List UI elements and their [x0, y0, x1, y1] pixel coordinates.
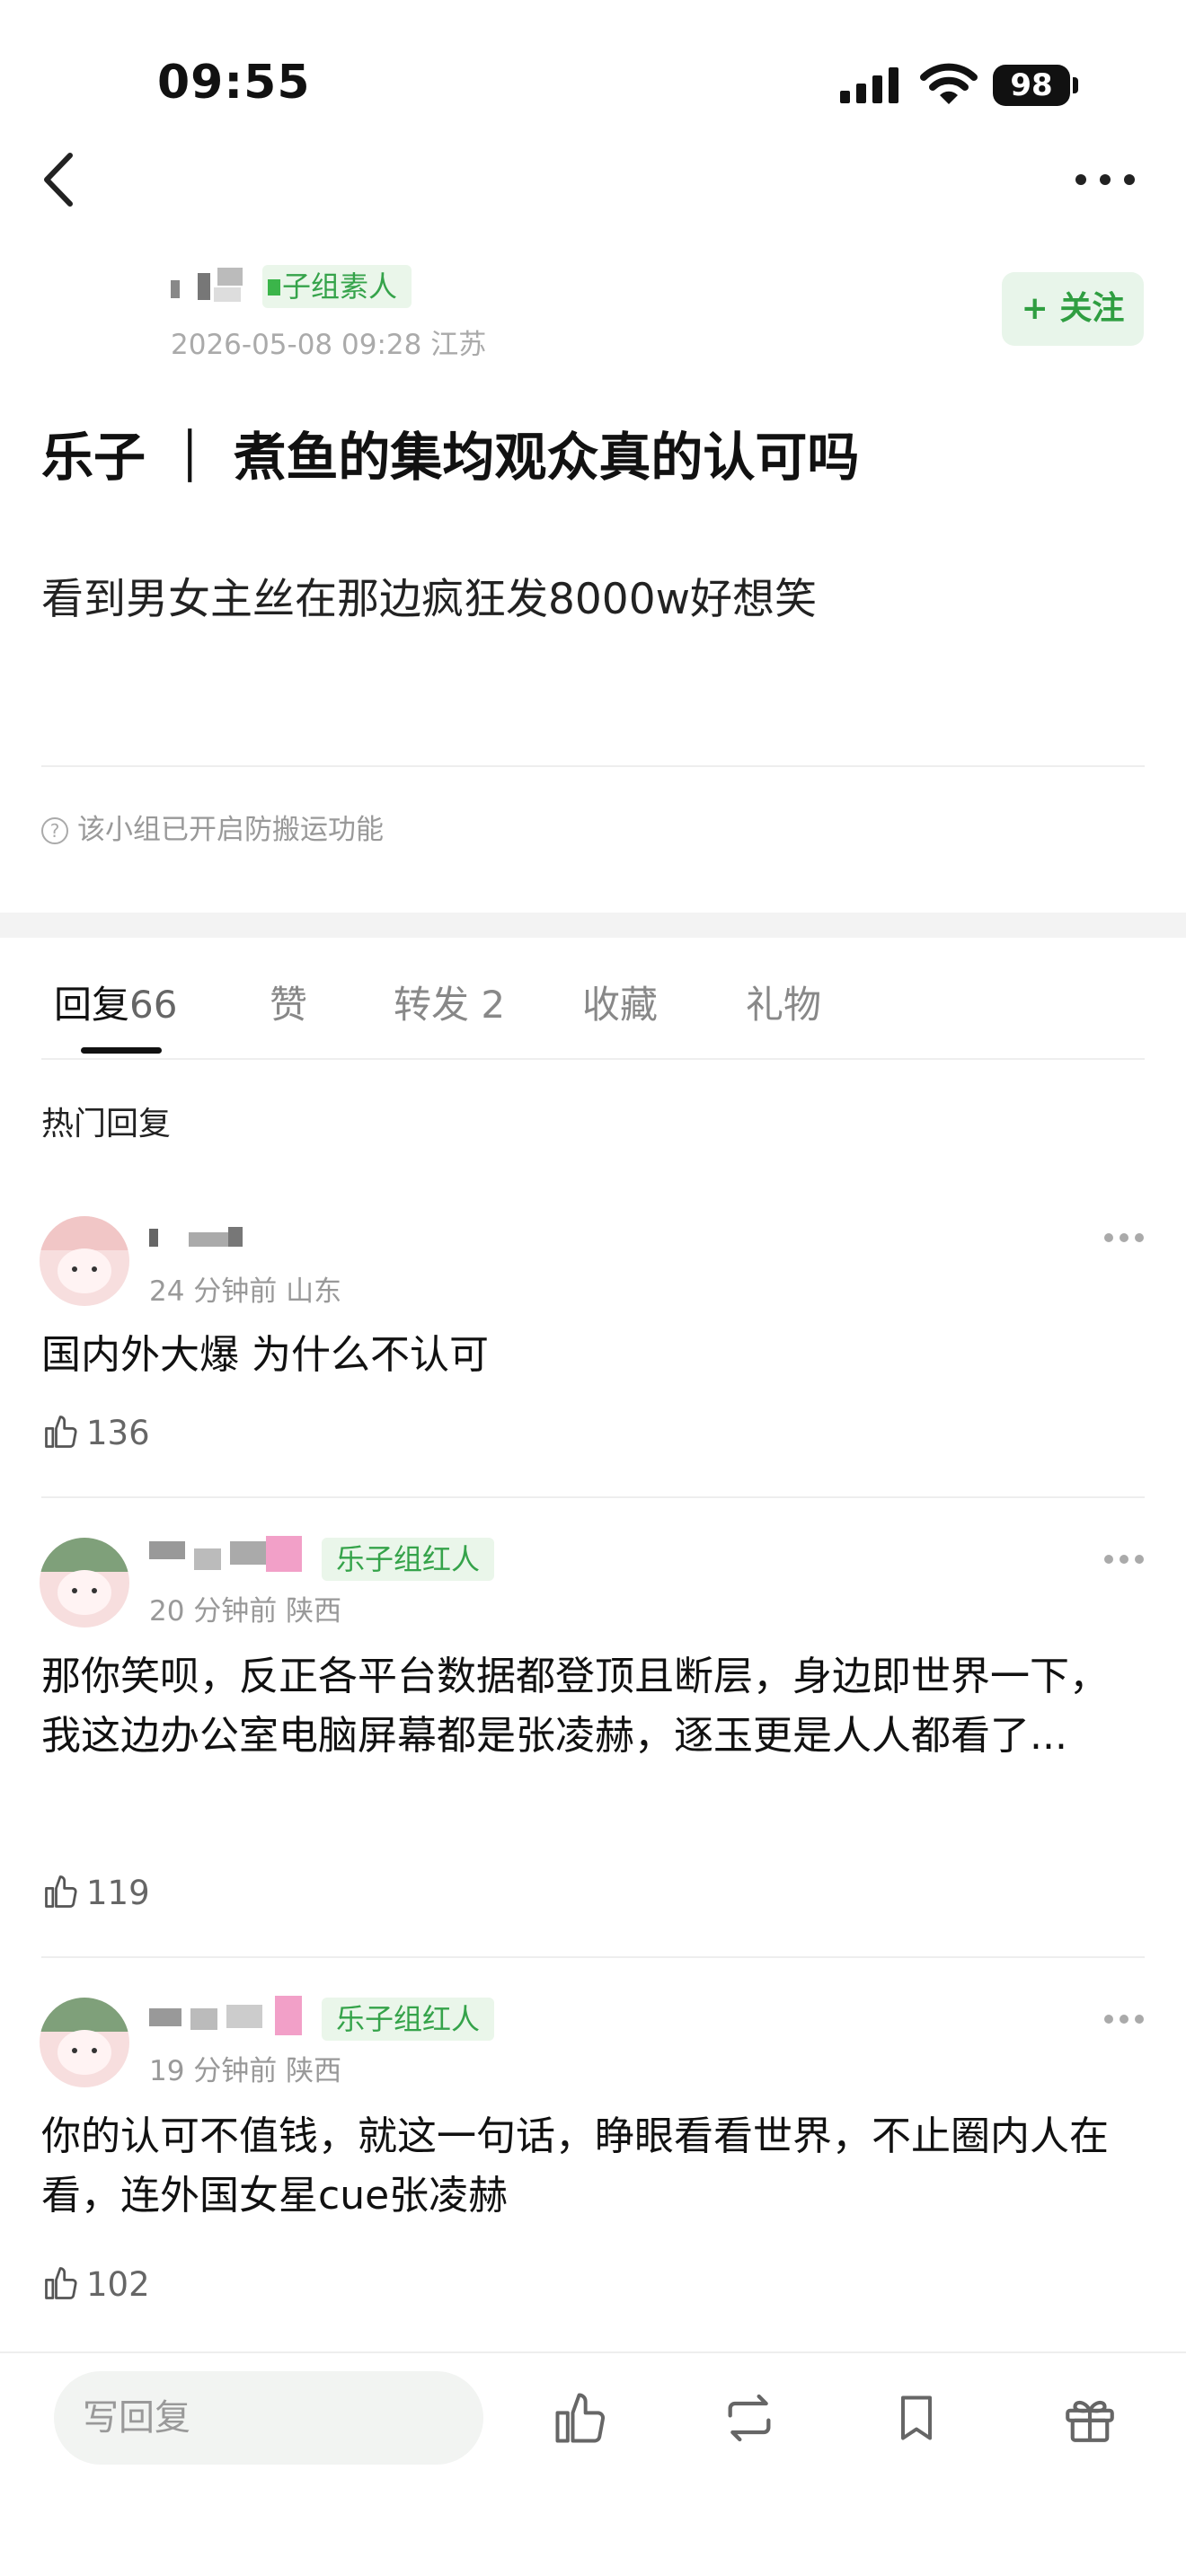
comment-text: 那你笑呗，反正各平台数据都登顶且断层，身边即世界一下，我这边办公室电脑屏幕都是张… [41, 1654, 1109, 1759]
status-time: 09:55 [157, 56, 311, 110]
user-title-badge[interactable]: 乐子组红人 [322, 1538, 495, 1581]
comment-text: 国内外大爆 为什么不认可 [41, 1332, 489, 1378]
tab-reposts[interactable]: 转发 2 [394, 975, 505, 1029]
username-redacted[interactable] [149, 1996, 311, 2039]
divider [41, 765, 1145, 767]
thumbs-up-icon [41, 1874, 86, 1912]
tab-favorites[interactable]: 收藏 [582, 975, 658, 1029]
avatar-eye [92, 1588, 97, 1593]
tab-reposts-label: 转发 [394, 983, 470, 1027]
author-name-redacted[interactable] [171, 268, 252, 305]
notice-text: 该小组已开启防搬运功能 [77, 814, 384, 846]
tab-gifts[interactable]: 礼物 [746, 975, 821, 1029]
battery-indicator: 98 [993, 65, 1070, 106]
bottom-bar-border [0, 2351, 1186, 2353]
avatar-hat [40, 1538, 129, 1572]
gift-button[interactable] [1060, 2387, 1120, 2452]
more-options-icon[interactable] [1074, 171, 1137, 192]
anti-repost-notice: ? 该小组已开启防搬运功能 [41, 807, 384, 847]
username-redacted[interactable] [149, 1536, 311, 1579]
like-count: 136 [86, 1414, 150, 1452]
comment-meta: 19 分钟前 陕西 [149, 2055, 342, 2087]
username-redacted[interactable] [149, 1223, 248, 1256]
comment-meta: 20 分钟前 陕西 [149, 1595, 342, 1628]
avatar-hat [40, 1216, 129, 1250]
repost-button[interactable] [719, 2389, 780, 2450]
back-icon[interactable] [36, 148, 81, 215]
avatar[interactable] [40, 1538, 129, 1628]
thumbs-up-icon [41, 2265, 86, 2304]
post-meta: 2026-05-08 09:28 江苏 [171, 329, 487, 361]
comment-more-icon[interactable] [1103, 2012, 1145, 2029]
comment-like-button[interactable]: 102 [41, 2263, 150, 2304]
post-title: 乐子 ｜ 煮鱼的集均观众真的认可吗 [41, 427, 860, 488]
wifi-icon [920, 63, 978, 110]
avatar-eye [72, 1588, 77, 1593]
avatar[interactable] [40, 1216, 129, 1306]
follow-button[interactable]: + 关注 [1002, 272, 1144, 346]
comment-more-icon[interactable] [1103, 1231, 1145, 1248]
repost-icon [719, 2394, 780, 2450]
comment-more-icon[interactable] [1103, 1552, 1145, 1569]
thumbs-up-icon [41, 1414, 86, 1452]
like-count: 102 [86, 2265, 150, 2304]
badge-dot [268, 279, 280, 296]
comment-text: 你的认可不值钱，就这一句话，睁眼看看世界，不止圈内人在看，连外国女星cue张凌赫 [41, 2113, 1109, 2219]
section-gap [0, 913, 1186, 938]
tab-likes[interactable]: 赞 [270, 975, 307, 1029]
tab-reposts-count: 2 [481, 983, 506, 1027]
group-badge[interactable]: 子组素人 [262, 265, 412, 308]
avatar[interactable] [40, 1998, 129, 2087]
avatar-hat [40, 1998, 129, 2032]
hot-replies-heading: 热门回复 [41, 1106, 172, 1142]
like-post-button[interactable] [550, 2387, 611, 2452]
divider [41, 1058, 1145, 1060]
divider [41, 1956, 1145, 1958]
user-title-badge[interactable]: 乐子组红人 [322, 1998, 495, 2041]
gift-icon [1060, 2400, 1120, 2452]
reply-input[interactable]: 写回复 [54, 2371, 483, 2465]
bookmark-button[interactable] [890, 2387, 943, 2452]
avatar-eye [92, 2048, 97, 2053]
tab-replies-count: 66 [129, 983, 178, 1027]
tab-replies-label: 回复 [54, 983, 130, 1027]
avatar-eye [92, 1266, 97, 1272]
avatar-face [58, 2030, 111, 2075]
comment-meta: 24 分钟前 山东 [149, 1275, 342, 1308]
question-icon: ? [41, 817, 68, 844]
divider [41, 1496, 1145, 1498]
bookmark-icon [890, 2395, 943, 2452]
post-body: 看到男女主丝在那边疯狂发8000w好想笑 [41, 575, 818, 624]
group-badge-label: 子组素人 [282, 269, 398, 304]
tab-active-indicator [81, 1047, 162, 1054]
avatar-face [58, 1248, 111, 1293]
signal-icon [840, 67, 903, 107]
battery-tip [1073, 77, 1078, 93]
avatar-eye [72, 2048, 77, 2053]
like-count: 119 [86, 1874, 150, 1912]
thumbs-up-icon [550, 2393, 611, 2452]
avatar-face [58, 1570, 111, 1615]
comment-like-button[interactable]: 136 [41, 1412, 150, 1452]
comment-like-button[interactable]: 119 [41, 1872, 150, 1912]
avatar-eye [72, 1266, 77, 1272]
tab-replies[interactable]: 回复66 [54, 975, 177, 1029]
